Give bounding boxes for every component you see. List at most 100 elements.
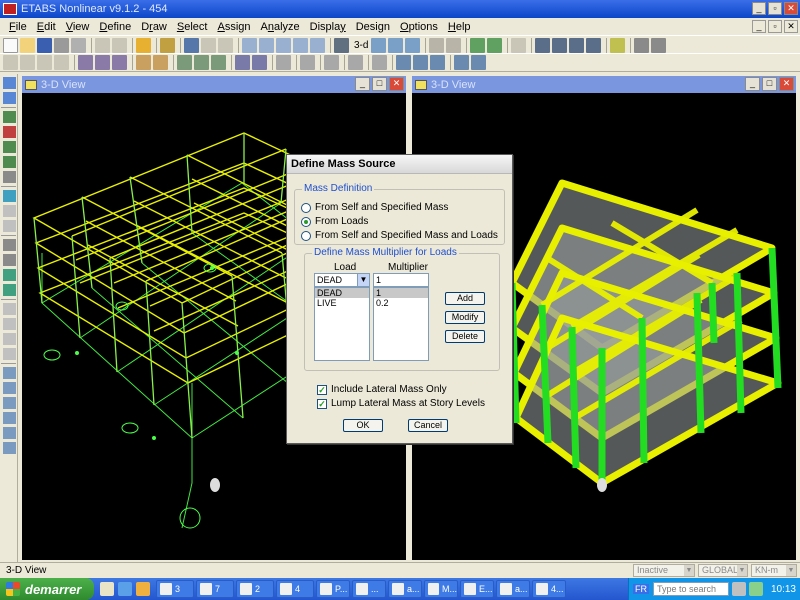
run-analysis-icon[interactable] — [184, 37, 199, 53]
multiplier-list[interactable]: 1 0.2 — [373, 287, 429, 361]
list-item-selected[interactable]: 1 — [374, 288, 428, 298]
search-field[interactable]: Type to search — [652, 582, 729, 596]
radio-self-specified-and-loads[interactable]: From Self and Specified Mass and Loads — [301, 230, 498, 241]
select-pointer-icon[interactable] — [3, 77, 16, 89]
reshape-icon[interactable] — [3, 92, 16, 104]
zoom-window-icon[interactable] — [242, 37, 257, 53]
left-view-maximize-icon[interactable]: □ — [372, 77, 387, 91]
taskbar-button[interactable]: E... — [460, 580, 494, 598]
minimize-icon[interactable]: _ — [752, 2, 766, 15]
checkbox-checked[interactable]: ✓ — [317, 384, 327, 395]
units-select[interactable]: KN-m ▼ — [751, 564, 797, 577]
select-floor-icon[interactable] — [3, 427, 16, 439]
mdi-close-icon[interactable]: ✕ — [784, 20, 798, 33]
redo-icon[interactable] — [112, 37, 127, 53]
pencil-icon[interactable] — [136, 37, 151, 53]
create-beam-icon[interactable] — [3, 156, 16, 168]
draw-line-icon[interactable] — [276, 55, 291, 70]
move-down-icon[interactable] — [446, 37, 462, 53]
multiplier-input[interactable]: 1 — [373, 273, 429, 287]
add-button[interactable]: Add — [445, 292, 485, 305]
outlook-icon[interactable] — [136, 582, 150, 596]
select-column-icon[interactable] — [3, 367, 16, 379]
chevron-down-icon[interactable]: ▼ — [357, 274, 369, 286]
left-view-close-icon[interactable]: ✕ — [389, 77, 404, 91]
get-previous-selection-icon[interactable] — [20, 55, 35, 70]
list-item[interactable]: 0.2 — [374, 298, 428, 308]
select-link-icon[interactable] — [3, 442, 16, 454]
menu-edit[interactable]: Edit — [32, 21, 61, 33]
print-icon[interactable] — [54, 37, 69, 53]
draw-dimension-icon[interactable] — [3, 284, 16, 296]
taskbar-button[interactable]: 4 — [276, 580, 314, 598]
right-view-close-icon[interactable]: ✕ — [779, 77, 794, 91]
open-folder-icon[interactable] — [20, 37, 35, 53]
checkbox-checked[interactable]: ✓ — [317, 398, 327, 409]
beam-icon[interactable] — [586, 37, 602, 53]
cancel-button[interactable]: Cancel — [408, 419, 448, 432]
ok-button[interactable]: OK — [343, 419, 383, 432]
include-lateral-mass-checkbox[interactable]: ✓ Include Lateral Mass Only — [317, 384, 447, 395]
right-view-minimize-icon[interactable]: _ — [745, 77, 760, 91]
dimension-icon[interactable] — [651, 37, 667, 53]
taskbar-button[interactable]: M... — [424, 580, 458, 598]
menu-help[interactable]: Help — [443, 21, 476, 33]
move-up-icon[interactable] — [429, 37, 445, 53]
left-view-minimize-icon[interactable]: _ — [355, 77, 370, 91]
lock-icon[interactable] — [160, 37, 175, 53]
print-preview-icon[interactable] — [71, 37, 86, 53]
draw-wall-object-icon[interactable] — [3, 239, 16, 251]
assign-restraint-icon[interactable] — [95, 55, 110, 70]
desktop-icon[interactable] — [100, 582, 114, 596]
menu-select[interactable]: Select — [172, 21, 213, 33]
undo-icon[interactable] — [95, 37, 110, 53]
search-icon[interactable] — [731, 582, 746, 596]
lump-lateral-mass-checkbox[interactable]: ✓ Lump Lateral Mass at Story Levels — [317, 398, 485, 409]
taskbar-button[interactable]: a... — [388, 580, 422, 598]
pan-icon[interactable] — [310, 37, 325, 53]
snap-icon[interactable] — [511, 37, 527, 53]
menu-design[interactable]: Design — [351, 21, 395, 33]
design-shear-wall-icon[interactable] — [454, 55, 469, 70]
rubber-band-icon[interactable] — [218, 37, 233, 53]
zoom-in-icon[interactable] — [259, 37, 274, 53]
brace-icon[interactable] — [552, 37, 568, 53]
assign-shell-icon[interactable] — [153, 55, 168, 70]
coord-system-select[interactable]: GLOBAL ▼ — [698, 564, 748, 577]
object-shrink-icon[interactable] — [470, 37, 486, 53]
radio-button-selected[interactable] — [301, 216, 311, 227]
pointer-icon[interactable] — [201, 37, 216, 53]
draw-grid-icon[interactable] — [3, 269, 16, 281]
taskbar-button[interactable]: 2 — [236, 580, 274, 598]
menu-draw[interactable]: Draw — [136, 21, 172, 33]
draw-brace-icon[interactable] — [3, 126, 16, 138]
ie-quick-icon[interactable] — [118, 582, 132, 596]
taskbar-button[interactable]: 4... — [532, 580, 566, 598]
list-item-selected[interactable]: DEAD — [315, 288, 369, 298]
right-view-maximize-icon[interactable]: □ — [762, 77, 777, 91]
radio-button[interactable] — [301, 230, 311, 241]
menu-view[interactable]: View — [61, 21, 95, 33]
design-composite-icon[interactable] — [430, 55, 445, 70]
select-brace-icon[interactable] — [3, 397, 16, 409]
create-column-icon[interactable] — [3, 141, 16, 153]
taskbar-button[interactable]: 7 — [196, 580, 234, 598]
load-combo[interactable]: DEAD ▼ — [314, 273, 370, 287]
clear-selection-vertical-icon[interactable] — [3, 333, 16, 345]
assign-load-icon[interactable] — [136, 55, 151, 70]
draw-area-object-icon[interactable] — [3, 190, 16, 202]
grid-icon[interactable] — [634, 37, 650, 53]
create-area-icon[interactable] — [3, 220, 16, 232]
modify-button[interactable]: Modify — [445, 311, 485, 324]
elevation-view-icon[interactable] — [371, 37, 387, 53]
intersecting-line-icon[interactable] — [54, 55, 69, 70]
draw-area-icon[interactable] — [300, 55, 315, 70]
zoom-all-icon[interactable] — [293, 37, 308, 53]
tray-icon[interactable] — [748, 582, 763, 596]
design-check-icon[interactable] — [471, 55, 486, 70]
clear-selection-icon[interactable] — [37, 55, 52, 70]
draw-rectangle-icon[interactable] — [3, 205, 16, 217]
design-steel-icon[interactable] — [396, 55, 411, 70]
language-indicator[interactable]: FR — [632, 584, 649, 594]
design-concrete-icon[interactable] — [413, 55, 428, 70]
